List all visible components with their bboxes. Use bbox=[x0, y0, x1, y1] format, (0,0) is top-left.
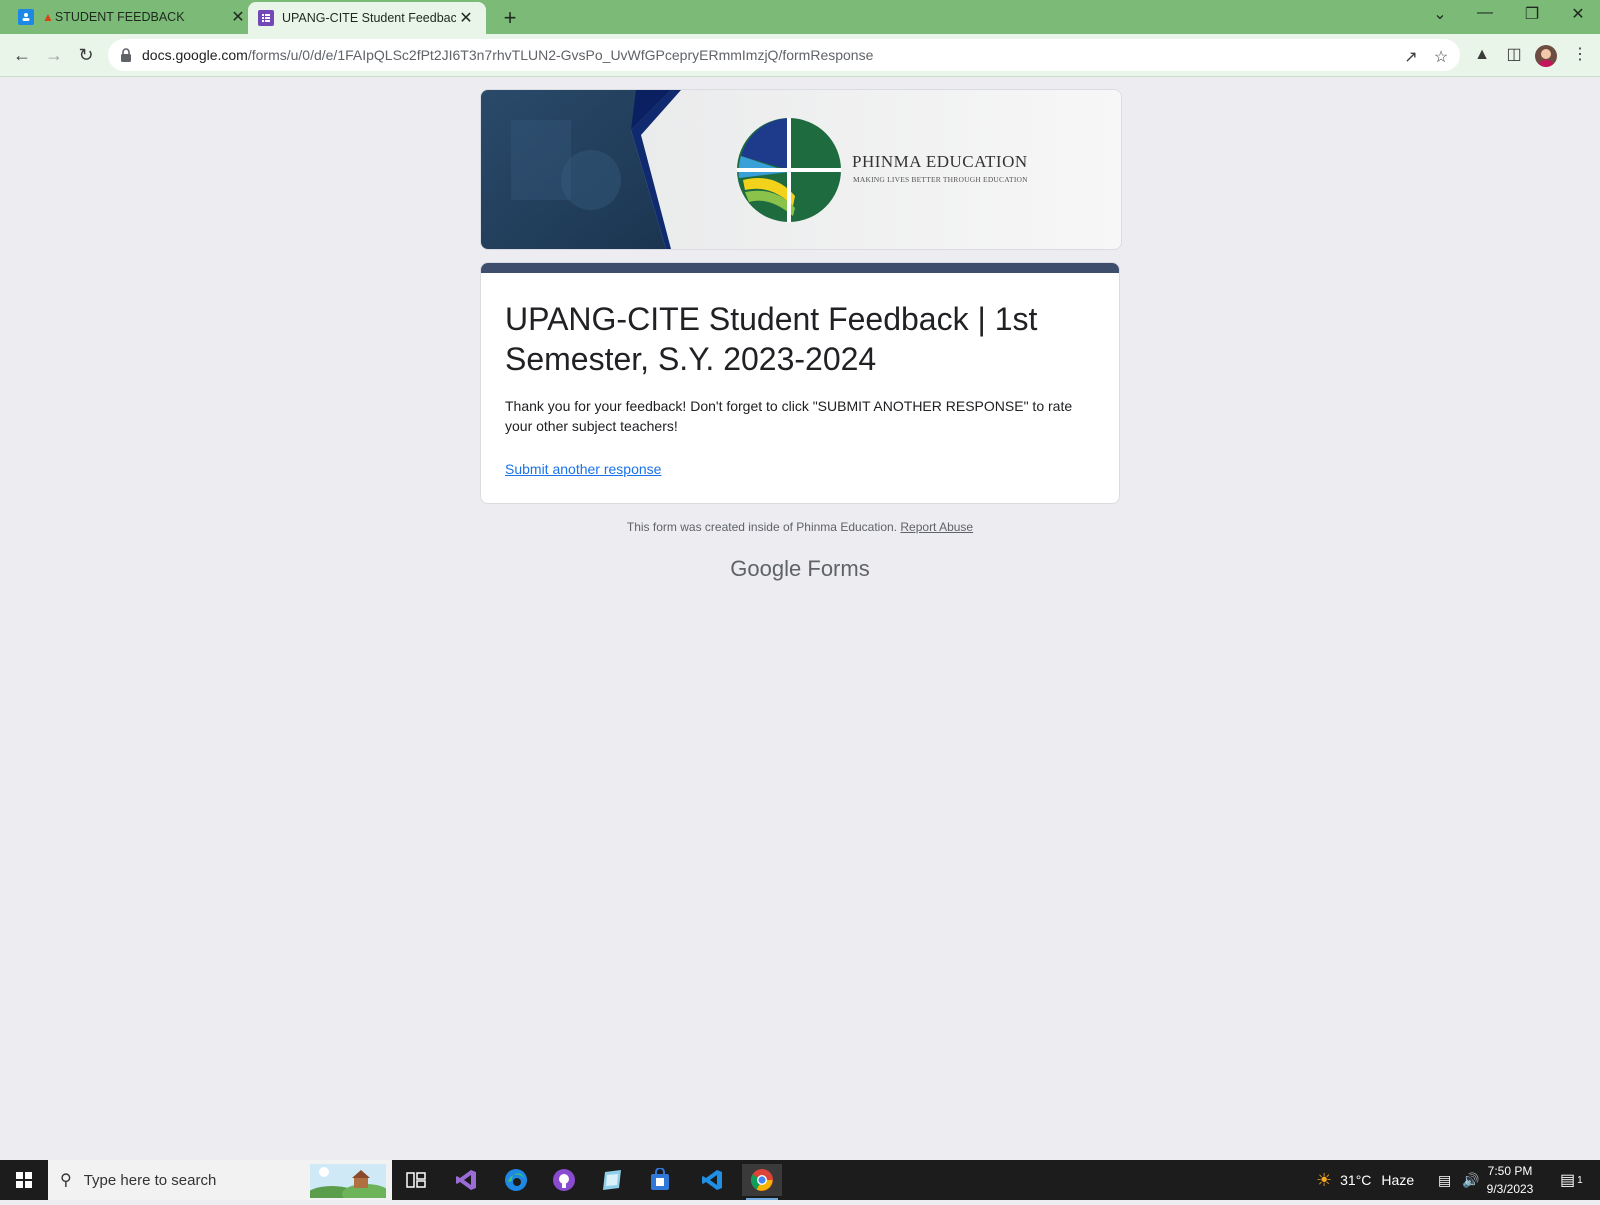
submit-another-response-link[interactable]: Submit another response bbox=[505, 461, 661, 477]
form-footer-note: This form was created inside of Phinma E… bbox=[480, 520, 1120, 534]
weather-widget[interactable]: ☀ 31°C Haze bbox=[1316, 1160, 1414, 1200]
clock-time: 7:50 PM bbox=[1487, 1164, 1533, 1178]
report-abuse-link[interactable]: Report Abuse bbox=[900, 520, 973, 534]
forward-arrow-icon[interactable]: → bbox=[42, 43, 66, 67]
menu-kebab-icon[interactable]: ⋮ bbox=[1568, 43, 1592, 67]
card-accent-band bbox=[481, 263, 1119, 273]
google-forms-icon bbox=[258, 10, 274, 26]
google-forms-logo[interactable]: Google Forms bbox=[480, 556, 1120, 582]
notification-center-icon[interactable]: ▤ 1 bbox=[1560, 1160, 1583, 1200]
tab-strip: ▲ STUDENT FEEDBACK ✕ UPANG-CITE Student … bbox=[0, 0, 1600, 34]
windows-start-icon[interactable] bbox=[0, 1160, 48, 1200]
tab-close-icon[interactable]: ✕ bbox=[228, 7, 248, 27]
forms-wordmark: Forms bbox=[807, 556, 870, 581]
reload-icon[interactable]: ↻ bbox=[74, 43, 98, 67]
profile-avatar[interactable] bbox=[1535, 45, 1557, 67]
url-host: docs.google.com bbox=[142, 47, 248, 63]
lock-icon bbox=[121, 48, 131, 62]
search-highlight-illustration bbox=[310, 1164, 386, 1198]
share-icon[interactable]: ↗ bbox=[1400, 47, 1422, 69]
search-placeholder: Type here to search bbox=[83, 1171, 217, 1189]
new-tab-plus-icon[interactable]: + bbox=[498, 5, 522, 31]
tab-title: UPANG-CITE Student Feedback | bbox=[282, 11, 456, 25]
tab-student-feedback[interactable]: ▲ STUDENT FEEDBACK ✕ bbox=[12, 0, 254, 34]
tab-close-icon[interactable]: ✕ bbox=[456, 8, 476, 28]
browser-toolbar: ← → ↻ docs.google.com/forms/u/0/d/e/1FAI… bbox=[0, 34, 1600, 77]
network-icon[interactable]: ▤ bbox=[1438, 1160, 1451, 1200]
confirmation-card: UPANG-CITE Student Feedback | 1st Semest… bbox=[480, 262, 1120, 504]
search-icon: ⚲ bbox=[60, 1172, 72, 1189]
phinma-logo bbox=[737, 118, 841, 222]
google-classroom-icon bbox=[18, 9, 34, 25]
taskbar-search-box[interactable]: ⚲ Type here to search bbox=[48, 1160, 392, 1200]
vscode-icon[interactable] bbox=[692, 1164, 732, 1196]
side-panel-icon[interactable]: ◫ bbox=[1502, 43, 1526, 67]
system-clock[interactable]: 7:50 PM 9/3/2023 bbox=[1470, 1162, 1550, 1198]
extensions-puzzle-icon[interactable]: ▲ bbox=[1470, 43, 1494, 67]
chrome-icon[interactable] bbox=[742, 1164, 782, 1200]
store-icon[interactable] bbox=[640, 1164, 680, 1196]
tab-upang-cite-feedback[interactable]: UPANG-CITE Student Feedback | ✕ bbox=[248, 2, 486, 34]
form-header-banner: PHINMA EDUCATION MAKING LIVES BETTER THR… bbox=[480, 89, 1122, 250]
google-wordmark: Google bbox=[730, 556, 802, 581]
clock-date: 9/3/2023 bbox=[1486, 1182, 1534, 1196]
weather-haze-icon: ☀ bbox=[1316, 1169, 1333, 1190]
weather-desc: Haze bbox=[1381, 1172, 1415, 1188]
bookmark-star-icon[interactable]: ☆ bbox=[1430, 47, 1452, 69]
github-desktop-icon[interactable] bbox=[544, 1164, 584, 1196]
visual-studio-icon[interactable] bbox=[446, 1164, 486, 1196]
tab-title: STUDENT FEEDBACK bbox=[54, 10, 185, 24]
window-close-icon[interactable]: ✕ bbox=[1558, 4, 1598, 24]
tab-search-chevron-icon[interactable]: ⌄ bbox=[1420, 4, 1460, 24]
brand-name: PHINMA EDUCATION bbox=[852, 152, 1028, 171]
weather-temp: 31°C bbox=[1340, 1172, 1372, 1188]
url-text: docs.google.com/forms/u/0/d/e/1FAIpQLSc2… bbox=[142, 47, 873, 63]
tab-flame-emoji-icon: ▲ bbox=[42, 10, 54, 24]
edge-browser-icon[interactable] bbox=[496, 1164, 536, 1196]
back-arrow-icon[interactable]: ← bbox=[10, 43, 34, 67]
address-bar[interactable]: docs.google.com/forms/u/0/d/e/1FAIpQLSc2… bbox=[108, 39, 1460, 71]
form-title: UPANG-CITE Student Feedback | 1st Semest… bbox=[505, 301, 1038, 377]
brand-tagline: MAKING LIVES BETTER THROUGH EDUCATION bbox=[853, 175, 1028, 184]
restore-icon[interactable]: ❐ bbox=[1512, 4, 1552, 24]
url-path: /forms/u/0/d/e/1FAIpQLSc2fPt2JI6T3n7rhvT… bbox=[247, 47, 874, 63]
notification-count: 1 bbox=[1577, 1174, 1583, 1186]
minimize-icon[interactable]: — bbox=[1465, 4, 1505, 22]
footer-note-text: This form was created inside of Phinma E… bbox=[626, 520, 898, 534]
windows-taskbar: ⚲ Type here to search ☀ 31°C Haze ▤ 🔊 7:… bbox=[0, 1160, 1600, 1200]
notepad-icon[interactable] bbox=[592, 1164, 632, 1196]
task-view-icon[interactable] bbox=[396, 1164, 436, 1196]
confirmation-message: Thank you for your feedback! Don't forge… bbox=[505, 398, 1073, 434]
